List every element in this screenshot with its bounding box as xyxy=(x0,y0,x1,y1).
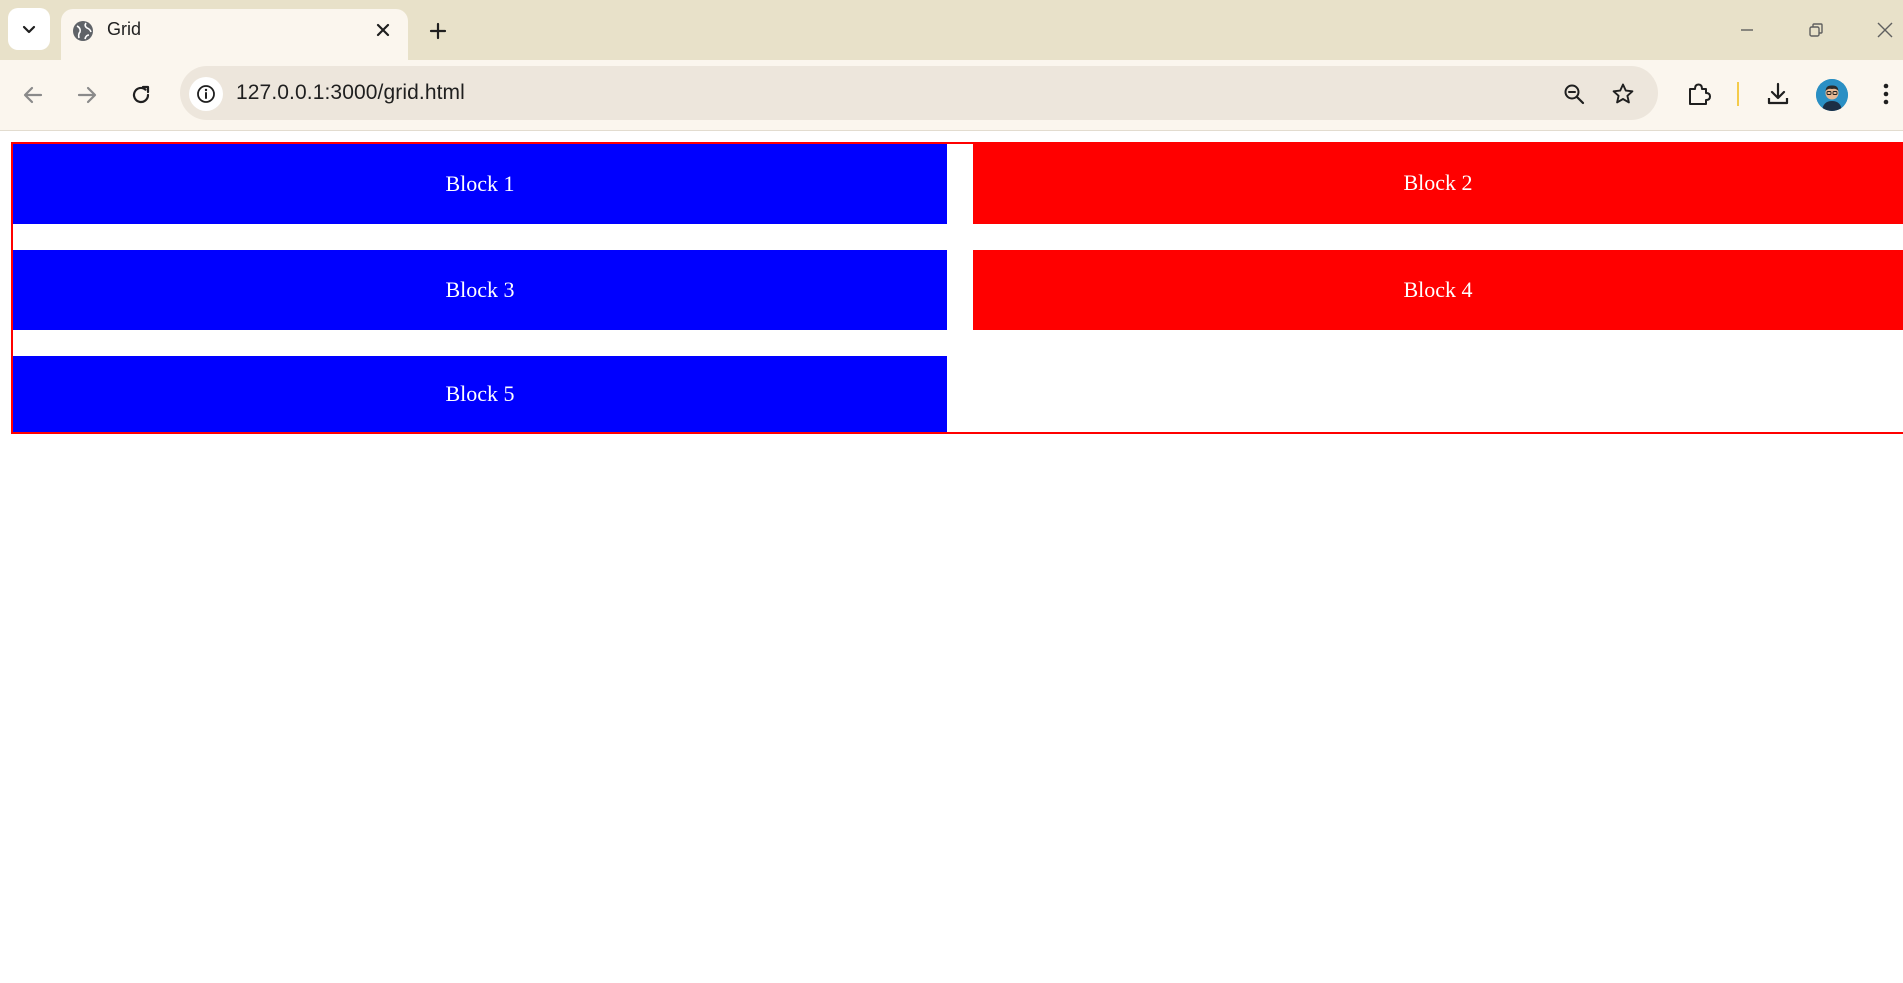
download-icon xyxy=(1767,82,1789,105)
block-label: Block 2 xyxy=(1403,170,1473,195)
url-text[interactable]: 127.0.0.1:3000/grid.html xyxy=(236,81,465,105)
bookmark-button[interactable] xyxy=(1607,78,1639,110)
block-label: Block 1 xyxy=(445,171,515,196)
tab-search-button[interactable] xyxy=(8,8,50,50)
block-label: Block 3 xyxy=(445,277,515,302)
extensions-icon xyxy=(1689,83,1711,105)
back-arrow-icon xyxy=(23,86,43,104)
zoom-button[interactable] xyxy=(1558,78,1590,110)
grid-block-3: Block 3 xyxy=(13,250,947,330)
browser-menu-button[interactable] xyxy=(1869,77,1903,111)
tab-title: Grid xyxy=(107,19,142,39)
site-info-button[interactable] xyxy=(189,77,223,111)
extensions-button[interactable] xyxy=(1682,77,1716,111)
forward-button[interactable] xyxy=(70,78,104,112)
block-label: Block 5 xyxy=(445,381,515,406)
grid-block-4: Block 4 xyxy=(973,250,1903,330)
minimize-button[interactable] xyxy=(1731,14,1763,46)
grid-block-5: Block 5 xyxy=(13,356,947,432)
forward-arrow-icon xyxy=(77,86,97,104)
kebab-menu-icon xyxy=(1883,83,1889,105)
new-tab-button[interactable] xyxy=(424,17,452,45)
grid-block-2: Block 2 xyxy=(973,142,1903,224)
close-icon xyxy=(1877,22,1893,38)
zoom-out-icon xyxy=(1564,84,1585,105)
avatar-image xyxy=(1816,79,1848,111)
star-icon xyxy=(1612,83,1634,104)
globe-icon xyxy=(73,21,93,41)
chevron-down-icon xyxy=(22,25,36,34)
back-button[interactable] xyxy=(16,78,50,112)
plus-icon xyxy=(429,22,447,40)
restore-icon xyxy=(1809,23,1823,37)
block-label: Block 4 xyxy=(1403,277,1473,302)
tab-close-button[interactable] xyxy=(372,19,394,41)
avatar[interactable] xyxy=(1816,79,1848,111)
reload-icon xyxy=(132,85,150,104)
downloads-button[interactable] xyxy=(1761,77,1795,111)
window-close-button[interactable] xyxy=(1869,14,1901,46)
grid-block-1: Block 1 xyxy=(13,144,947,224)
close-icon xyxy=(376,23,390,37)
info-icon xyxy=(197,85,215,103)
toolbar-divider xyxy=(1737,82,1739,106)
reload-button[interactable] xyxy=(124,78,158,112)
minimize-icon xyxy=(1741,29,1753,31)
restore-button[interactable] xyxy=(1800,14,1832,46)
